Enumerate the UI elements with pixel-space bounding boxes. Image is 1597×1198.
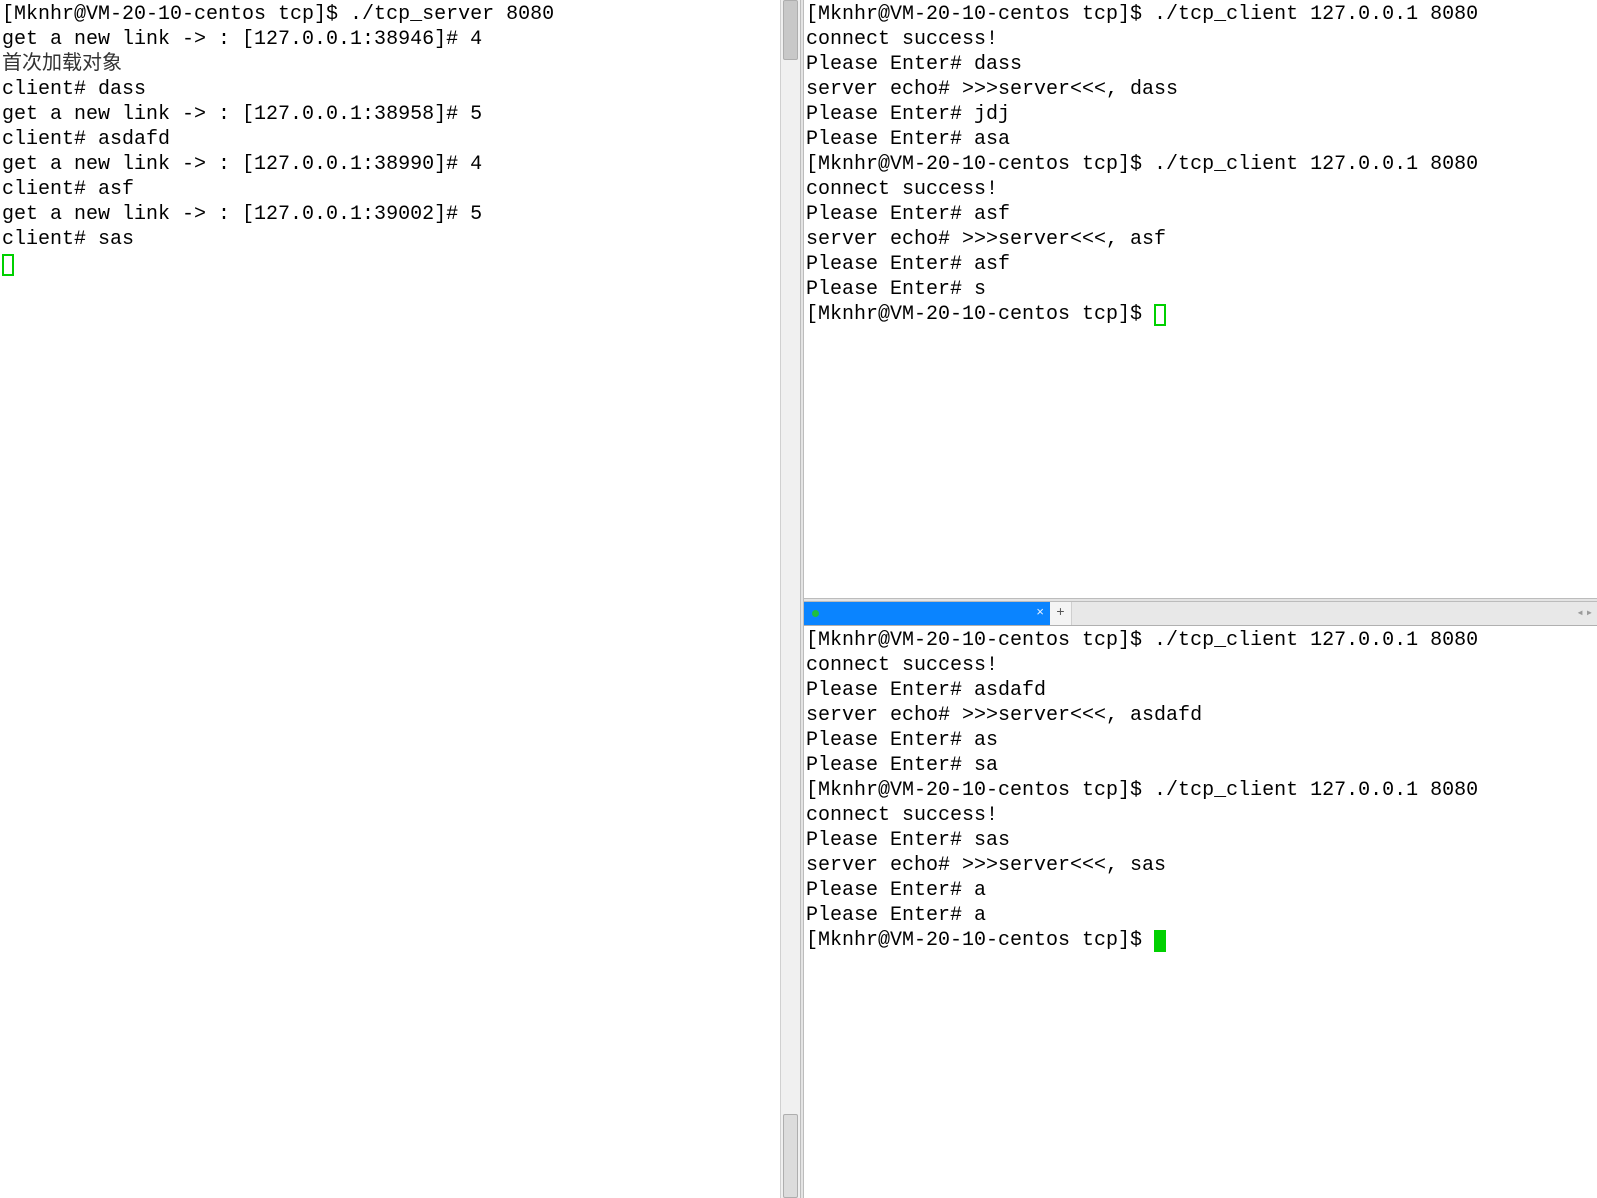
right-column: [Mknhr@VM-20-10-centos tcp]$ ./tcp_clien… xyxy=(804,0,1597,1198)
terminal-line: Please Enter# sas xyxy=(806,828,1597,853)
terminal-line: Please Enter# asf xyxy=(806,202,1597,227)
plus-icon: + xyxy=(1056,605,1064,623)
terminal-line: Please Enter# sa xyxy=(806,753,1597,778)
terminal-line: server echo# >>>server<<<, asdafd xyxy=(806,703,1597,728)
tab-nav-left-icon[interactable]: ◂ xyxy=(1577,606,1584,621)
cursor-icon xyxy=(1154,304,1166,326)
terminal-line: get a new link -> : [127.0.0.1:38958]# 5 xyxy=(2,102,800,127)
terminal-line: connect success! xyxy=(806,27,1597,52)
terminal-line: server echo# >>>server<<<, dass xyxy=(806,77,1597,102)
scroll-thumb[interactable] xyxy=(783,0,798,60)
terminal-line: Please Enter# asa xyxy=(806,127,1597,152)
shell-prompt: [Mknhr@VM-20-10-centos tcp]$ xyxy=(806,303,1154,326)
terminal-line: Please Enter# dass xyxy=(806,52,1597,77)
cursor-icon xyxy=(2,254,14,276)
terminal-output-left: [Mknhr@VM-20-10-centos tcp]$ ./tcp_serve… xyxy=(2,2,800,277)
terminal-line: 首次加载对象 xyxy=(2,52,800,77)
left-terminal-pane[interactable]: [Mknhr@VM-20-10-centos tcp]$ ./tcp_serve… xyxy=(0,0,800,1198)
terminal-line: connect success! xyxy=(806,803,1597,828)
terminal-line: Please Enter# jdj xyxy=(806,102,1597,127)
terminal-line: server echo# >>>server<<<, sas xyxy=(806,853,1597,878)
new-tab-button[interactable]: + xyxy=(1050,602,1072,625)
cursor-line xyxy=(2,252,800,277)
terminal-output-right-top: [Mknhr@VM-20-10-centos tcp]$ ./tcp_clien… xyxy=(806,2,1597,327)
terminal-line: get a new link -> : [127.0.0.1:38946]# 4 xyxy=(2,27,800,52)
terminal-line: Please Enter# a xyxy=(806,878,1597,903)
terminal-line: [Mknhr@VM-20-10-centos tcp]$ ./tcp_clien… xyxy=(806,152,1597,177)
tab-nav-right-icon[interactable]: ▸ xyxy=(1586,606,1593,621)
close-tab-icon[interactable]: × xyxy=(1036,605,1044,621)
terminal-line: Please Enter# as xyxy=(806,728,1597,753)
terminal-line: client# dass xyxy=(2,77,800,102)
status-dot-icon xyxy=(812,610,819,617)
terminal-line: connect success! xyxy=(806,653,1597,678)
right-top-terminal-pane[interactable]: [Mknhr@VM-20-10-centos tcp]$ ./tcp_clien… xyxy=(804,0,1597,598)
tab-nav-arrows: ◂ ▸ xyxy=(1573,602,1597,625)
terminal-line: client# asdafd xyxy=(2,127,800,152)
terminal-line: [Mknhr@VM-20-10-centos tcp]$ ./tcp_clien… xyxy=(806,2,1597,27)
cursor-icon xyxy=(1154,930,1166,952)
active-tab[interactable]: × xyxy=(804,602,1050,625)
prompt-line: [Mknhr@VM-20-10-centos tcp]$ xyxy=(806,302,1597,327)
terminal-line: Please Enter# s xyxy=(806,277,1597,302)
terminal-output-right-bottom: [Mknhr@VM-20-10-centos tcp]$ ./tcp_clien… xyxy=(806,628,1597,953)
terminal-line: Please Enter# asf xyxy=(806,252,1597,277)
terminal-line: [Mknhr@VM-20-10-centos tcp]$ ./tcp_serve… xyxy=(2,2,800,27)
tab-bar: × + ◂ ▸ xyxy=(804,602,1597,626)
shell-prompt: [Mknhr@VM-20-10-centos tcp]$ xyxy=(806,929,1154,952)
terminal-line: client# sas xyxy=(2,227,800,252)
terminal-line: connect success! xyxy=(806,177,1597,202)
prompt-line: [Mknhr@VM-20-10-centos tcp]$ xyxy=(806,928,1597,953)
terminal-line: [Mknhr@VM-20-10-centos tcp]$ ./tcp_clien… xyxy=(806,778,1597,803)
scroll-track-end[interactable] xyxy=(783,1114,798,1198)
terminal-line: server echo# >>>server<<<, asf xyxy=(806,227,1597,252)
right-bottom-terminal-pane[interactable]: [Mknhr@VM-20-10-centos tcp]$ ./tcp_clien… xyxy=(804,626,1597,1198)
terminal-line: get a new link -> : [127.0.0.1:38990]# 4 xyxy=(2,152,800,177)
terminal-line: get a new link -> : [127.0.0.1:39002]# 5 xyxy=(2,202,800,227)
terminal-line: Please Enter# asdafd xyxy=(806,678,1597,703)
terminal-line: client# asf xyxy=(2,177,800,202)
scrollbar-vertical[interactable] xyxy=(780,0,800,1198)
terminal-line: Please Enter# a xyxy=(806,903,1597,928)
terminal-line: [Mknhr@VM-20-10-centos tcp]$ ./tcp_clien… xyxy=(806,628,1597,653)
